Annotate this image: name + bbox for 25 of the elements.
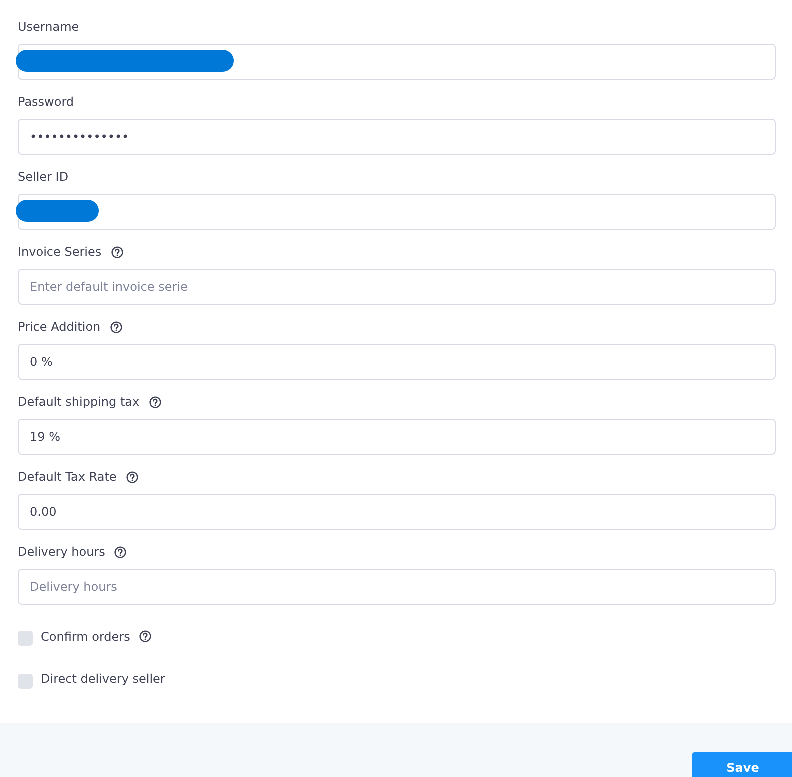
input-field[interactable]: 0 % xyxy=(18,344,776,380)
help-icon[interactable] xyxy=(110,320,123,334)
field-label: Default Tax Rate xyxy=(18,470,117,484)
help-icon[interactable] xyxy=(114,546,128,558)
field-label: Price Addition xyxy=(18,320,101,334)
input-field[interactable] xyxy=(18,194,776,230)
input-field[interactable]: Enter default invoice serie xyxy=(18,269,776,305)
field-label: Seller ID xyxy=(18,170,69,184)
checkbox-label: Direct delivery seller xyxy=(41,672,166,686)
field-label: Delivery hours xyxy=(18,545,106,559)
help-icon[interactable] xyxy=(110,246,124,258)
checkbox[interactable] xyxy=(18,631,33,646)
field-label: Invoice Series xyxy=(18,245,102,259)
input-field[interactable]: 0.00 xyxy=(18,494,776,530)
checkbox[interactable] xyxy=(18,674,33,689)
help-icon[interactable] xyxy=(148,396,162,408)
input-field[interactable]: Delivery hours xyxy=(18,569,776,605)
input-field[interactable]: 19 % xyxy=(18,419,776,455)
field-label: Username xyxy=(18,20,80,34)
field-label: Password xyxy=(18,95,74,109)
help-icon[interactable] xyxy=(126,470,139,484)
checkbox-label: Confirm orders xyxy=(41,630,130,644)
help-icon[interactable] xyxy=(139,630,152,644)
input-field[interactable]: •••••••••••••• xyxy=(18,119,776,155)
field-label: Default shipping tax xyxy=(18,395,140,409)
